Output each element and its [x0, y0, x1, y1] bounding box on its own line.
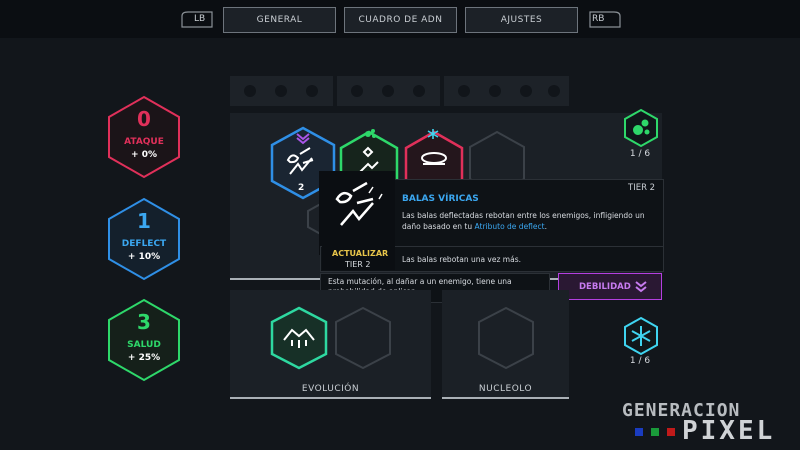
tab-ajustes[interactable]: AJUSTES: [465, 7, 578, 33]
watermark-line2: PIXEL: [682, 416, 776, 446]
tab-ajustes-label: AJUSTES: [500, 15, 543, 25]
evolucion-panel: EVOLUCIÓN: [230, 290, 431, 398]
stat-ataque-value: 0: [137, 107, 151, 131]
chevron-down-icon: [635, 281, 647, 293]
tab-general[interactable]: GENERAL: [223, 7, 336, 33]
nucleolo-slot-empty[interactable]: [477, 306, 535, 370]
panel-divider: [230, 397, 431, 399]
evolucion-panel-title: EVOLUCIÓN: [301, 384, 360, 394]
empty-slot-dot: [306, 85, 318, 97]
stat-deflect-label: DEFLECT: [121, 239, 167, 249]
ice-count: 1 / 6: [629, 356, 651, 366]
stat-deflect[interactable]: 1 DEFLECT + 10%: [107, 197, 181, 281]
deflect-attribute-link: Atributo de deflect: [474, 222, 545, 231]
tooltip-title: BALAS VÍRICAS: [402, 194, 479, 204]
toxic-bubbles-icon: [624, 108, 658, 148]
stat-salud[interactable]: 3 SALUD + 25%: [107, 298, 181, 382]
stat-salud-bonus: + 25%: [127, 353, 161, 363]
tab-general-label: GENERAL: [256, 15, 303, 25]
upgrade-description: Las balas rebotan una vez más.: [402, 255, 522, 264]
evolucion-slot-filled[interactable]: [270, 306, 328, 370]
tooltip-description: Las balas deflectadas rebotan entre los …: [402, 210, 652, 232]
mutation-slot-strip: [230, 76, 333, 106]
empty-slot-dot: [351, 85, 363, 97]
watermark-red-square: [667, 428, 675, 436]
stat-ataque[interactable]: 0 ATAQUE + 0%: [107, 95, 181, 179]
evolucion-slot-empty[interactable]: [334, 306, 392, 370]
rb-button[interactable]: RB: [588, 10, 622, 28]
stat-salud-label: SALUD: [127, 340, 161, 350]
upgrade-label: ACTUALIZAR: [332, 249, 389, 258]
stat-salud-value: 3: [137, 310, 151, 334]
panel-divider: [442, 397, 569, 399]
debilidad-label: DEBILIDAD: [579, 281, 631, 292]
rb-label: RB: [592, 14, 605, 24]
balas-viricas-icon: [335, 181, 383, 226]
tab-cuadro-de-adn[interactable]: CUADRO DE ADN: [344, 7, 457, 33]
tooltip-description-end: .: [544, 222, 547, 231]
toxic-count: 1 / 6: [629, 149, 651, 159]
stat-ataque-bonus: + 0%: [131, 150, 157, 160]
empty-slot-dot: [548, 85, 560, 97]
mutation-slot-strip: [337, 76, 440, 106]
mutation-level: 2: [298, 183, 305, 193]
upgrade-tier: TIER 2: [345, 260, 371, 269]
tooltip-icon-frame: [319, 171, 395, 255]
lb-button[interactable]: LB: [180, 10, 214, 28]
debilidad-button[interactable]: DEBILIDAD: [558, 273, 662, 300]
mutation-slot-strip: [444, 76, 569, 106]
empty-slot-dot: [413, 85, 425, 97]
watermark-green-square: [651, 428, 659, 436]
stat-deflect-bonus: + 10%: [127, 252, 161, 262]
empty-slot-dot: [244, 85, 256, 97]
empty-slot-dot: [275, 85, 287, 97]
nucleolo-panel-title: NUCLEOLO: [478, 384, 533, 394]
empty-slot-dot: [382, 85, 394, 97]
watermark-blue-square: [635, 428, 643, 436]
lb-label: LB: [194, 14, 206, 24]
empty-slot-dot: [458, 85, 470, 97]
tab-cuadro-de-adn-label: CUADRO DE ADN: [358, 15, 443, 25]
stat-ataque-label: ATAQUE: [124, 137, 164, 147]
empty-slot-dot: [489, 85, 501, 97]
snowflake-icon: [624, 316, 658, 356]
empty-slot-dot: [520, 85, 532, 97]
tooltip-tier: TIER 2: [628, 183, 656, 193]
stat-deflect-value: 1: [137, 209, 151, 233]
